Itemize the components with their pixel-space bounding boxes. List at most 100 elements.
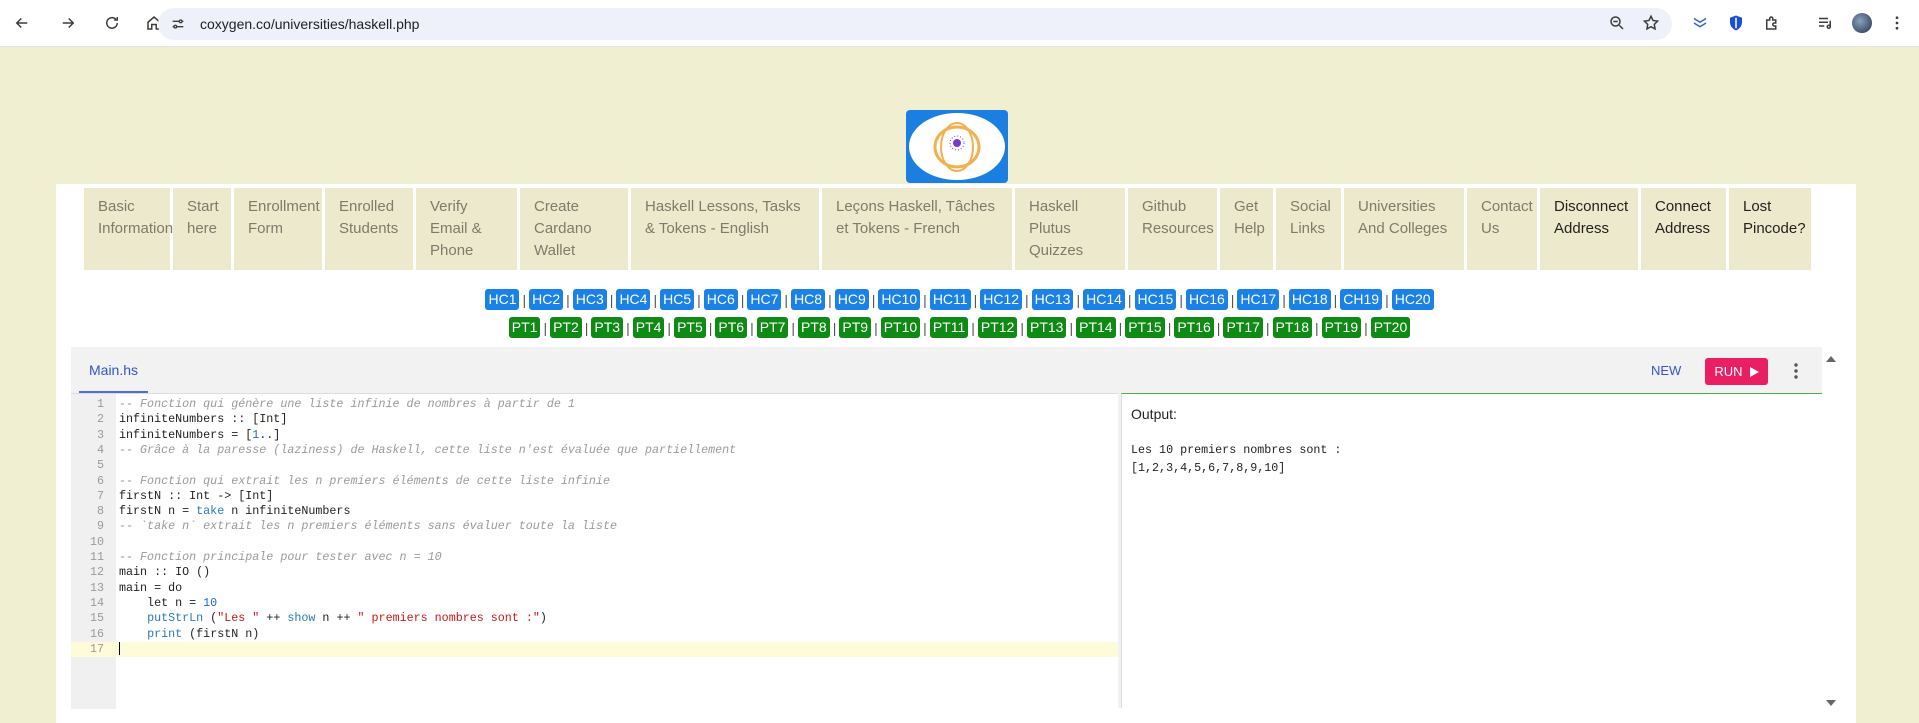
back-arrow-icon[interactable] [10,11,34,35]
badge-pt1[interactable]: PT1 [508,317,541,338]
bookmark-star-icon[interactable] [1642,14,1660,37]
menu-item-lost-pincode[interactable]: Lost Pincode? [1729,188,1811,270]
media-icon[interactable] [1814,12,1836,34]
badge-pt6[interactable]: PT6 [715,317,748,338]
site-settings-icon[interactable] [168,14,188,34]
badge-pt13[interactable]: PT13 [1027,317,1067,338]
code-line[interactable]: 15 putStrLn ("Les " ++ show n ++ " premi… [71,611,1118,626]
badge-hc7[interactable]: HC7 [747,289,782,310]
menu-item-haskell-lessons-tasks-tokens-english[interactable]: Haskell Lessons, Tasks & Tokens - Englis… [631,188,819,270]
menu-item-le-ons-haskell-t-ches-et-tokens-french[interactable]: Leçons Haskell, Tâches et Tokens - Frenc… [822,188,1012,270]
shield-icon[interactable] [1725,12,1747,34]
code-line[interactable]: 2 infiniteNumbers :: [Int] [71,412,1118,427]
menu-kebab-icon[interactable] [1886,12,1908,34]
code-line[interactable]: 8 firstN n = take n infiniteNumbers [71,504,1118,519]
output-text: Les 10 premiers nombres sont : [1,2,3,4,… [1131,443,1342,475]
badge-pt12[interactable]: PT12 [977,317,1018,338]
scroll-up-arrow-icon[interactable] [1826,351,1836,362]
badge-pt17[interactable]: PT17 [1223,317,1263,338]
code-line[interactable]: 5 [71,458,1118,473]
badge-hc10[interactable]: HC10 [878,289,921,310]
badge-hc16[interactable]: HC16 [1185,289,1228,310]
run-button[interactable]: RUN [1705,358,1768,385]
badge-hc12[interactable]: HC12 [980,289,1023,310]
badge-hc5[interactable]: HC5 [660,289,695,310]
code-line[interactable]: 4 -- Grâce à la paresse (laziness) de Has… [71,443,1118,458]
badge-pt3[interactable]: PT3 [591,317,624,338]
editor-menu-kebab-icon[interactable] [1793,362,1799,380]
menu-item-universities-and-colleges[interactable]: Universities And Colleges [1344,188,1464,270]
badge-hc6[interactable]: HC6 [703,289,738,310]
code-line[interactable]: 3 infiniteNumbers = [1..] [71,428,1118,443]
forward-arrow-icon[interactable] [56,11,80,35]
puzzle-icon[interactable] [1761,12,1783,34]
badge-hc13[interactable]: HC13 [1031,289,1074,310]
code-line[interactable]: 10 [71,535,1118,550]
badge-hc8[interactable]: HC8 [791,289,826,310]
code-line[interactable]: 16 print (firstN n) [71,627,1118,642]
menu-item-create-cardano-wallet[interactable]: Create Cardano Wallet [520,188,628,270]
badge-pt11[interactable]: PT11 [929,317,969,338]
badge-hc1[interactable]: HC1 [485,289,520,310]
menu-item-get-help[interactable]: Get Help [1220,188,1273,270]
reload-icon[interactable] [100,11,124,35]
badge-hc4[interactable]: HC4 [616,289,651,310]
extension-icon[interactable] [1689,12,1711,34]
code-line[interactable]: 12 main :: IO () [71,565,1118,580]
badge-hc18[interactable]: HC18 [1288,289,1331,310]
profile-avatar[interactable] [1851,12,1873,34]
address-bar[interactable]: coxygen.co/universities/haskell.php [158,8,1672,40]
badge-hc14[interactable]: HC14 [1083,289,1125,310]
badge-pt15[interactable]: PT15 [1125,317,1165,338]
badge-pt2[interactable]: PT2 [550,317,582,338]
badge-hc17[interactable]: HC17 [1237,289,1280,310]
menu-item-contact-us[interactable]: Contact Us [1467,188,1537,270]
code-line[interactable]: 7 firstN :: Int -> [Int] [71,489,1118,504]
menu-item-github-resources[interactable]: Github Resources [1128,188,1217,270]
code-line[interactable]: 6 -- Fonction qui extrait les n premiers … [71,474,1118,489]
badge-pt5[interactable]: PT5 [674,317,706,338]
browser-toolbar: coxygen.co/universities/haskell.php [0,0,1919,47]
code-line[interactable]: 9 -- `take n` extrait les n premiers élém… [71,519,1118,534]
menu-item-social-links[interactable]: Social Links [1276,188,1341,270]
site-logo[interactable] [906,110,1008,183]
menu-item-enrollment-form[interactable]: Enrollment Form [234,188,322,270]
code-line[interactable]: 13 main = do [71,581,1118,596]
badge-pt14[interactable]: PT14 [1076,317,1116,338]
badge-hc3[interactable]: HC3 [572,289,607,310]
code-line[interactable]: 1 -- Fonction qui génère une liste infini… [71,397,1118,412]
menu-item-verify-email-phone[interactable]: Verify Email & Phone [416,188,517,270]
menu-item-disconnect-address[interactable]: Disconnect Address [1540,188,1638,270]
new-button[interactable]: NEW [1651,363,1681,378]
zoom-icon[interactable] [1608,14,1626,37]
menu-item-start-here[interactable]: Start here [173,188,231,270]
code-token: infiniteNumbers :: [Int] [119,412,288,427]
code-line[interactable]: 17 [71,641,1118,658]
menu-item-basic-information[interactable]: Basic Information [84,188,173,270]
badge-pt7[interactable]: PT7 [756,317,789,338]
badge-ch19[interactable]: CH19 [1340,289,1383,310]
badge-hc9[interactable]: HC9 [834,289,869,310]
badge-pt16[interactable]: PT16 [1174,317,1214,338]
menu-item-enrolled-students[interactable]: Enrolled Students [325,188,413,270]
badge-pt10[interactable]: PT10 [880,317,921,338]
code-line[interactable]: 11 -- Fonction principale pour tester ave… [71,550,1118,565]
badge-hc11[interactable]: HC11 [929,289,971,310]
code-line[interactable]: 14 let n = 10 [71,596,1118,611]
menu-item-connect-address[interactable]: Connect Address [1641,188,1726,270]
menu-item-haskell-plutus-quizzes[interactable]: Haskell Plutus Quizzes [1015,188,1125,270]
badge-pt8[interactable]: PT8 [798,317,830,338]
badge-pt19[interactable]: PT19 [1321,317,1362,338]
code-pane[interactable]: 1 -- Fonction qui génère une liste infini… [71,393,1118,709]
badge-pt9[interactable]: PT9 [839,317,872,338]
badge-pt18[interactable]: PT18 [1272,317,1313,338]
code-token: ++ [259,611,288,626]
badge-hc15[interactable]: HC15 [1134,289,1177,310]
badge-pt4[interactable]: PT4 [632,317,665,338]
badge-hc20[interactable]: HC20 [1391,289,1434,310]
tab-main-hs[interactable]: Main.hs [79,347,149,393]
scroll-down-arrow-icon[interactable] [1826,695,1836,706]
url-text[interactable]: coxygen.co/universities/haskell.php [200,16,419,32]
badge-pt20[interactable]: PT20 [1370,317,1411,338]
badge-hc2[interactable]: HC2 [529,289,564,310]
